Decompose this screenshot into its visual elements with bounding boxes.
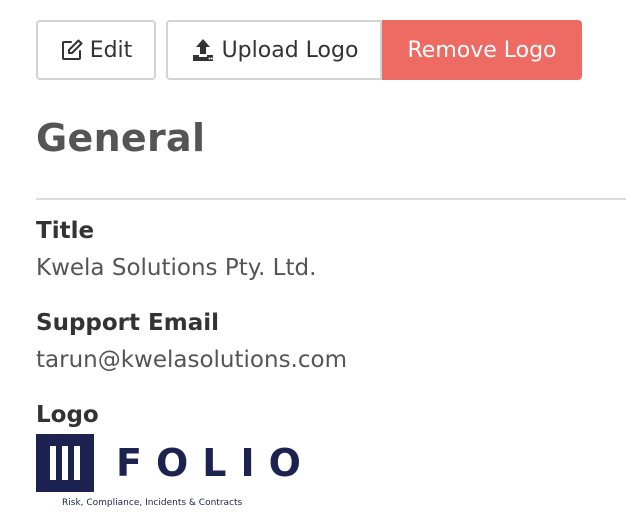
- title-value: Kwela Solutions Pty. Ltd.: [36, 255, 317, 281]
- upload-logo-label: Upload Logo: [221, 37, 359, 63]
- logo-wordmark: FOLIO: [116, 441, 315, 485]
- section-divider: [36, 198, 626, 200]
- logo-bar: [50, 446, 56, 480]
- section-title: General: [36, 116, 206, 160]
- logo-tagline: Risk, Compliance, Incidents & Contracts: [62, 498, 243, 508]
- edit-button[interactable]: Edit: [36, 20, 156, 80]
- logo-bar: [62, 446, 68, 480]
- support-email-value: tarun@kwelasolutions.com: [36, 347, 347, 373]
- logo-mark: [36, 434, 94, 492]
- support-email-label: Support Email: [36, 310, 219, 336]
- upload-icon: [190, 37, 216, 63]
- title-label: Title: [36, 218, 95, 244]
- company-logo: FOLIO Risk, Compliance, Incidents & Cont…: [36, 434, 301, 512]
- logo-bar: [74, 446, 80, 480]
- edit-button-label: Edit: [89, 37, 133, 63]
- remove-logo-label: Remove Logo: [407, 37, 557, 63]
- action-toolbar: Edit Upload Logo Remove Logo: [36, 20, 582, 80]
- remove-logo-button[interactable]: Remove Logo: [382, 20, 582, 80]
- upload-logo-button[interactable]: Upload Logo: [166, 20, 382, 80]
- logo-label: Logo: [36, 402, 99, 428]
- edit-icon: [60, 38, 84, 62]
